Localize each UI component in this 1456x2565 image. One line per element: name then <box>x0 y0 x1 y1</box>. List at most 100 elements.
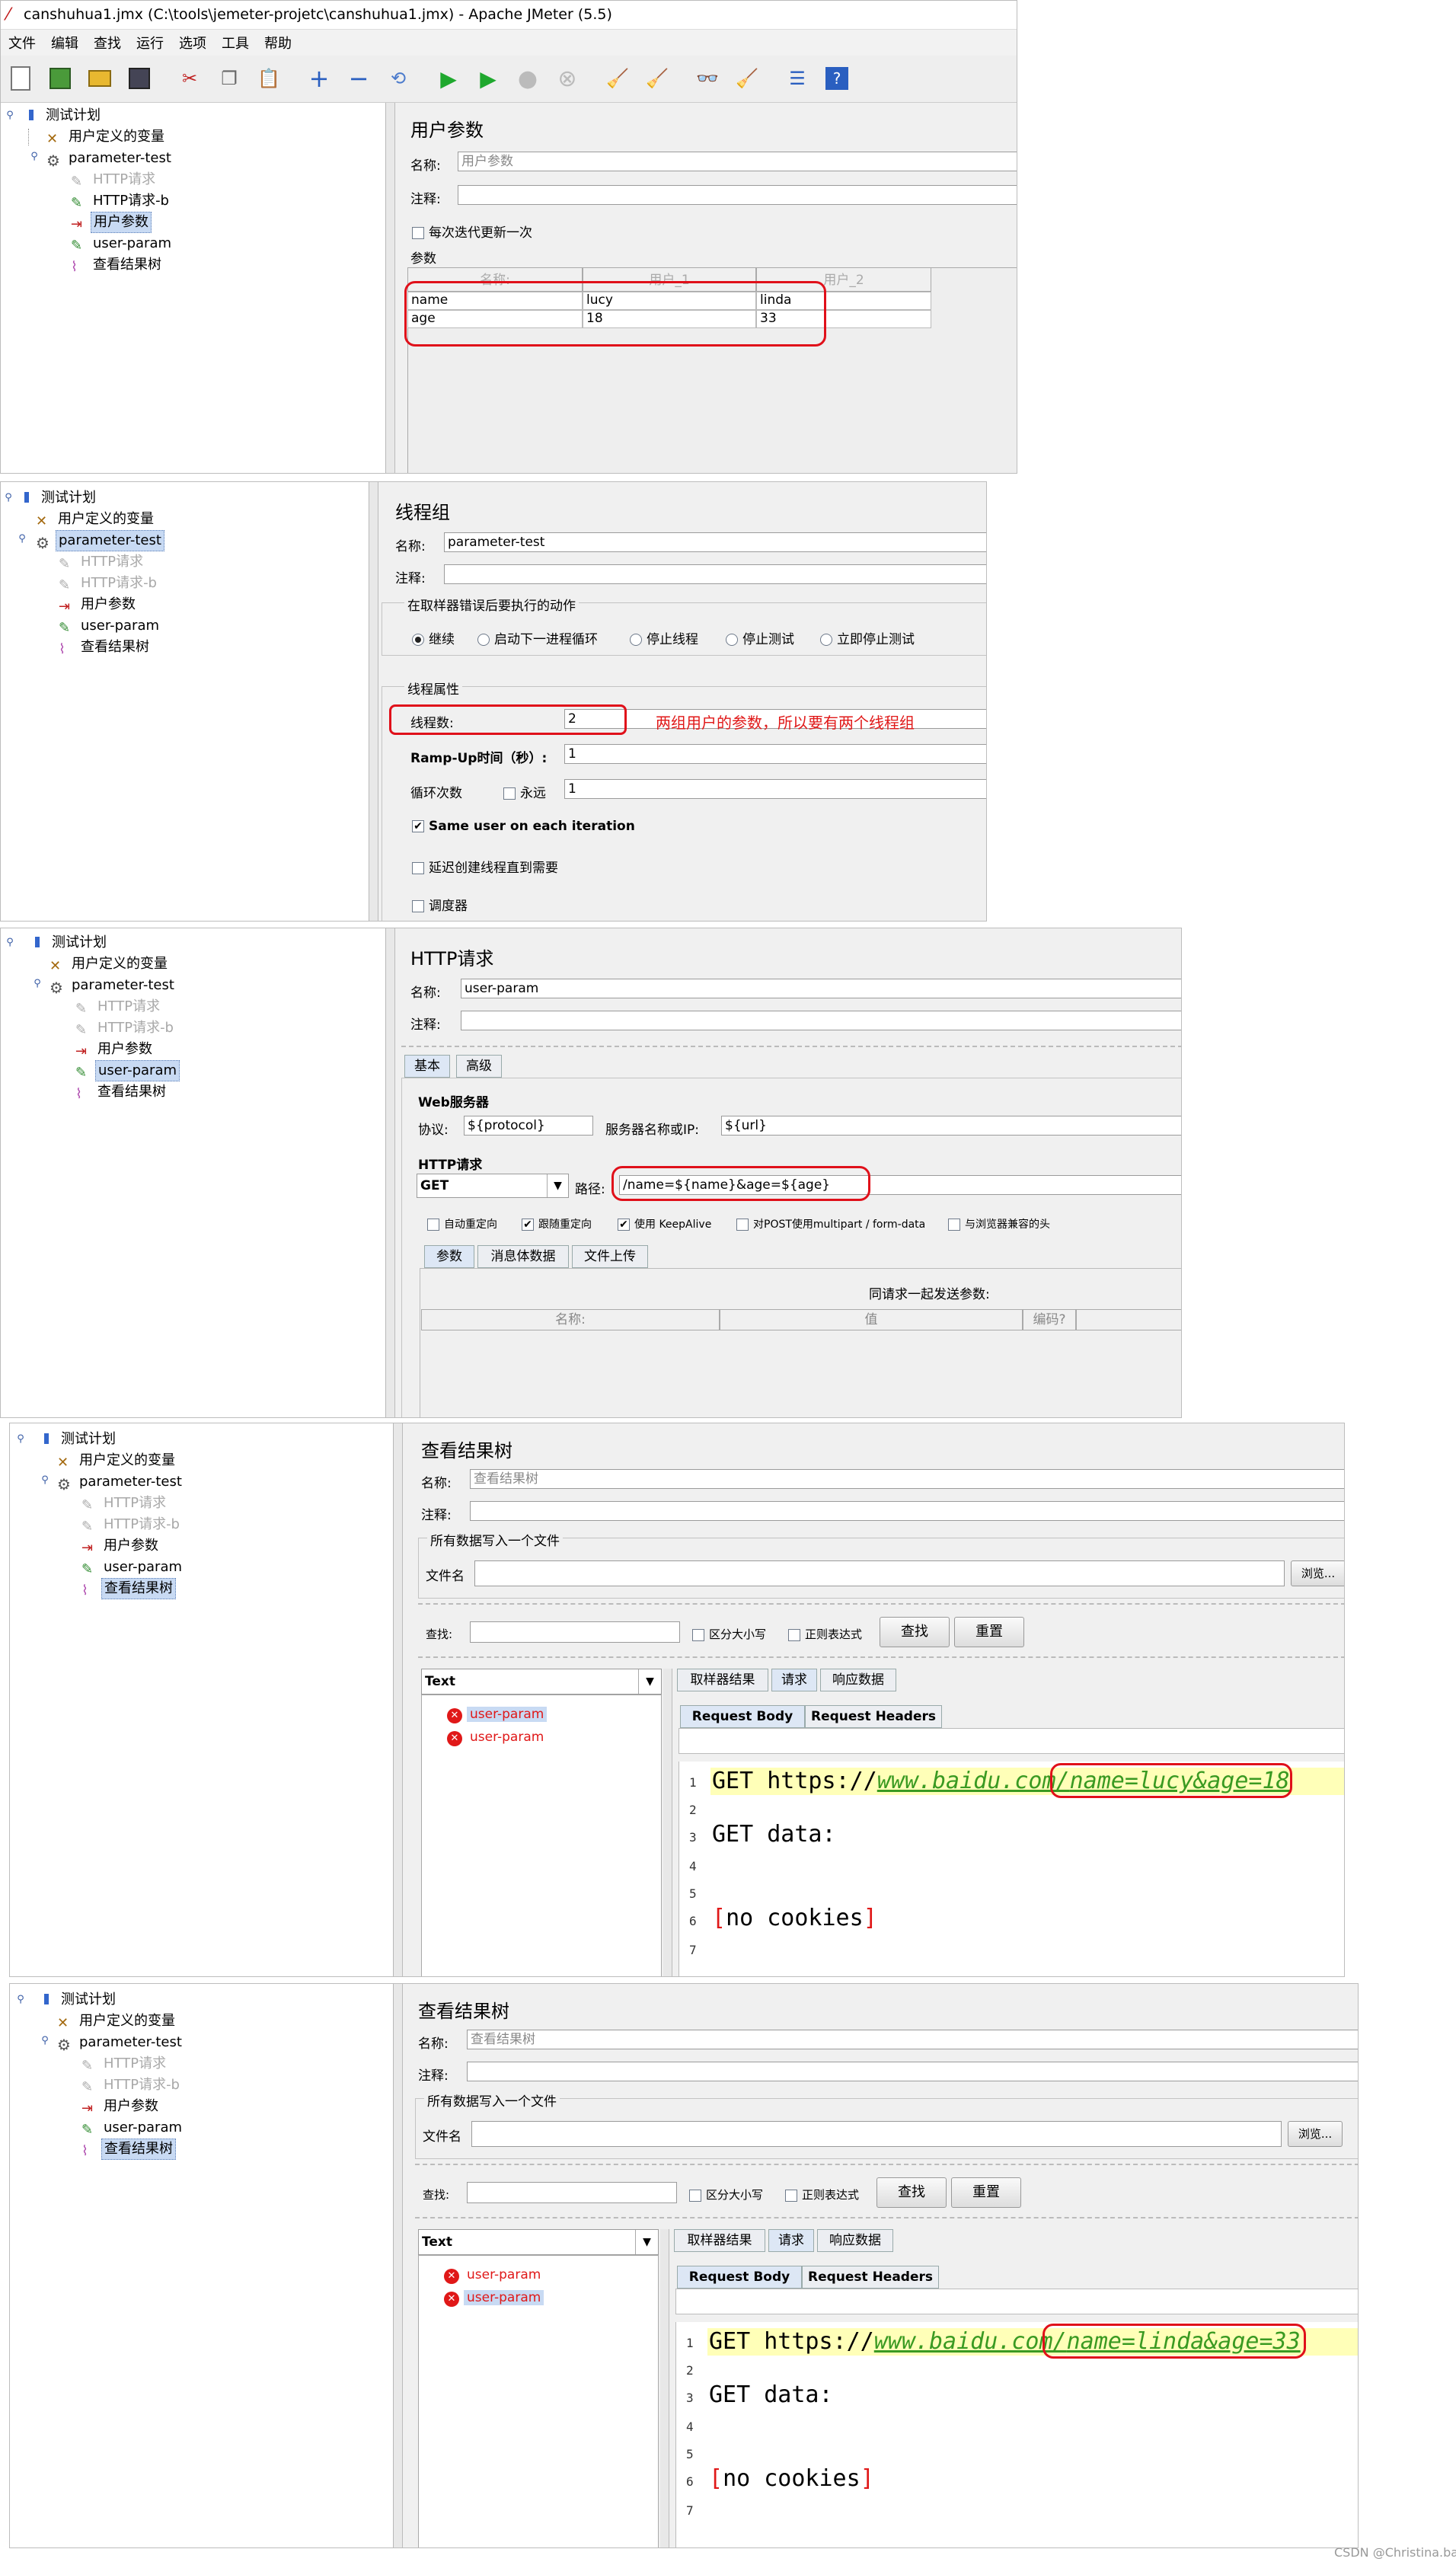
regex-checkbox[interactable]: 正则表达式 <box>788 1626 862 1642</box>
per-iteration-checkbox[interactable]: 每次迭代更新一次 <box>412 222 532 241</box>
tree-node-http-request[interactable]: ✎ HTTP请求 <box>81 1493 168 1513</box>
tree-node-http-request-b[interactable]: ✎ HTTP请求-b <box>75 1018 176 1038</box>
tab-request-body[interactable]: Request Body <box>677 2266 802 2289</box>
tab-response[interactable]: 响应数据 <box>817 2229 893 2252</box>
tree-node-http-request[interactable]: ✎ HTTP请求 <box>81 2054 168 2074</box>
multipart-checkbox[interactable]: 对POST使用multipart / form-data <box>736 1216 925 1231</box>
tab-advanced[interactable]: 高级 <box>456 1055 502 1078</box>
function-helper-icon[interactable]: ☰ <box>781 62 814 95</box>
collapse-icon[interactable]: − <box>342 62 375 95</box>
new-icon[interactable] <box>4 62 37 95</box>
case-checkbox[interactable]: 区分大小写 <box>692 1626 766 1642</box>
search-icon[interactable]: 👓 <box>691 62 724 95</box>
menu-edit[interactable]: 编辑 <box>51 33 78 53</box>
find-button[interactable]: 查找 <box>880 1617 950 1647</box>
tree-node-user-param[interactable]: ✎ user-param <box>81 2118 184 2138</box>
tree-node-http-request-b[interactable]: ✎ HTTP请求-b <box>59 573 159 593</box>
radio-next-loop[interactable]: 启动下一进程循环 <box>477 628 598 647</box>
cut-icon[interactable]: ✂ <box>173 62 206 95</box>
tree-node-thread-group[interactable]: ⚙ parameter-test <box>57 1472 184 1493</box>
tree-node-thread-group[interactable]: ⚙ parameter-test <box>49 976 177 997</box>
renderer-select[interactable]: Text ▼ <box>418 2229 659 2255</box>
tree-node-user-vars[interactable]: ✕ 用户定义的变量 <box>49 954 170 974</box>
menu-run[interactable]: 运行 <box>136 33 164 53</box>
tree-node-results[interactable]: ⌇ 查看结果树 <box>81 2139 176 2160</box>
tab-request-headers[interactable]: Request Headers <box>805 1705 942 1728</box>
search-input[interactable] <box>470 1621 680 1643</box>
name-field[interactable]: 查看结果树 <box>467 2030 1358 2049</box>
tree-node-http-request[interactable]: ✎ HTTP请求 <box>75 997 162 1017</box>
filename-field[interactable] <box>474 1560 1285 1586</box>
tree-node-test-plan[interactable]: 测试计划 <box>39 1429 118 1449</box>
start-icon[interactable]: ▶ <box>432 62 465 95</box>
tab-response[interactable]: 响应数据 <box>820 1669 896 1691</box>
menu-tools[interactable]: 工具 <box>222 33 249 53</box>
tree-node-test-plan[interactable]: 测试计划 <box>39 1990 118 2010</box>
rampup-field[interactable]: 1 <box>564 744 986 764</box>
tree-node-test-plan[interactable]: 测试计划 <box>24 106 103 126</box>
loop-field[interactable]: 1 <box>564 779 986 799</box>
tree-node-results[interactable]: ⌇ 查看结果树 <box>75 1082 168 1102</box>
tree-node-user-params[interactable]: ⇥ 用户参数 <box>81 1536 161 1556</box>
tab-request-body[interactable]: Request Body <box>680 1705 805 1728</box>
tree-node-user-vars[interactable]: ✕ 用户定义的变量 <box>36 509 156 529</box>
clear-all-icon[interactable]: 🧹 <box>640 62 674 95</box>
case-checkbox[interactable]: 区分大小写 <box>689 2186 763 2202</box>
expand-icon[interactable]: + <box>302 62 336 95</box>
comment-field[interactable] <box>461 1011 1181 1030</box>
comment-field[interactable] <box>470 1501 1344 1521</box>
tree-node-user-params[interactable]: ⇥ 用户参数 <box>59 595 138 615</box>
radio-stop-now[interactable]: 立即停止测试 <box>820 628 915 647</box>
filename-field[interactable] <box>471 2121 1282 2147</box>
tree-node-http-request-b[interactable]: ✎ HTTP请求-b <box>81 2075 182 2095</box>
clear-icon[interactable]: 🧹 <box>601 62 634 95</box>
tree-node-user-param[interactable]: ✎ user-param <box>81 1557 184 1577</box>
tab-sampler-result[interactable]: 取样器结果 <box>677 1669 768 1691</box>
browse-button[interactable]: 浏览... <box>1288 2121 1343 2147</box>
comment-field[interactable] <box>458 185 1017 205</box>
shutdown-icon[interactable]: ⊗ <box>551 62 584 95</box>
tree-node-http-request-b[interactable]: ✎ HTTP请求-b <box>81 1515 182 1535</box>
forever-checkbox[interactable]: 永远 <box>503 782 546 801</box>
tree-node-user-params[interactable]: ⇥ 用户参数 <box>75 1040 155 1059</box>
renderer-select[interactable]: Text ▼ <box>421 1669 662 1695</box>
menu-help[interactable]: 帮助 <box>264 33 292 53</box>
radio-stop-test[interactable]: 停止测试 <box>726 628 794 647</box>
sample-item[interactable]: ✕ user-param <box>447 1730 547 1746</box>
help-icon[interactable]: ? <box>820 62 854 95</box>
tree-node-results[interactable]: ⌇ 查看结果树 <box>59 637 152 657</box>
server-field[interactable]: ${url} <box>721 1116 1181 1136</box>
tree-node-user-params[interactable]: ⇥ 用户参数 <box>71 212 152 233</box>
open-icon[interactable] <box>83 62 117 95</box>
tree-node-thread-group[interactable]: ⚙ parameter-test <box>46 149 174 170</box>
tree-node-user-params[interactable]: ⇥ 用户参数 <box>81 2097 161 2116</box>
tree-node-http-request-b[interactable]: ✎ HTTP请求-b <box>71 191 171 211</box>
scheduler-checkbox[interactable]: 调度器 <box>412 895 468 914</box>
tree-node-user-param[interactable]: ✎ user-param <box>71 234 174 254</box>
delay-checkbox[interactable]: 延迟创建线程直到需要 <box>412 857 558 876</box>
auto-redirect-checkbox[interactable]: 自动重定向 <box>427 1216 497 1231</box>
method-select[interactable]: GET ▼ <box>417 1174 569 1198</box>
stop-icon[interactable]: ● <box>511 62 544 95</box>
name-field[interactable]: 查看结果树 <box>470 1469 1344 1489</box>
tab-files-upload[interactable]: 文件上传 <box>572 1245 648 1268</box>
browse-button[interactable]: 浏览... <box>1291 1560 1344 1586</box>
copy-icon[interactable]: ❐ <box>212 62 246 95</box>
tree-node-user-param[interactable]: ✎ user-param <box>59 616 161 636</box>
tree-node-results[interactable]: ⌇ 查看结果树 <box>71 255 164 275</box>
name-field[interactable]: user-param <box>461 979 1181 998</box>
radio-stop-thread[interactable]: 停止线程 <box>630 628 698 647</box>
protocol-field[interactable]: ${protocol} <box>464 1116 593 1136</box>
tree-node-test-plan[interactable]: 测试计划 <box>19 488 98 508</box>
tree-node-http-request[interactable]: ✎ HTTP请求 <box>71 170 158 190</box>
keepalive-checkbox[interactable]: ✔ 使用 KeepAlive <box>618 1216 711 1231</box>
tree-node-results[interactable]: ⌇ 查看结果树 <box>81 1578 176 1599</box>
find-button[interactable]: 查找 <box>876 2177 947 2208</box>
tab-basic[interactable]: 基本 <box>404 1055 450 1078</box>
name-field[interactable]: parameter-test <box>444 532 986 552</box>
toggle-icon[interactable]: ⟲ <box>382 62 415 95</box>
comment-field[interactable] <box>444 564 986 584</box>
start-no-pause-icon[interactable]: ▶ <box>471 62 505 95</box>
comment-field[interactable] <box>467 2062 1358 2081</box>
templates-icon[interactable] <box>43 62 77 95</box>
